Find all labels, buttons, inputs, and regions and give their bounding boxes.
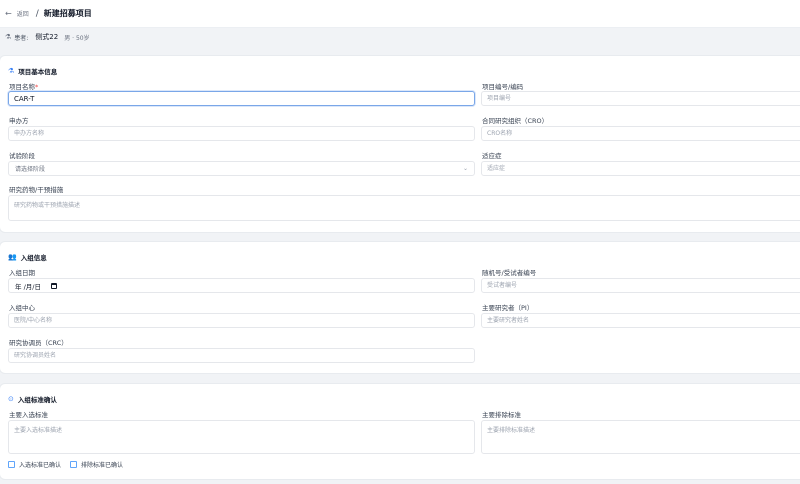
exclusion-label: 主要排除标准 (482, 411, 521, 419)
enrollment-info-title-text: 入组信息 (20, 254, 47, 262)
phase-select-value: 请选择阶段 (15, 166, 46, 173)
inclusion-confirm-label: 入选标准已确认 (19, 462, 62, 469)
patient-info-bar: ⚗ 患者: 侧式22 男 · 50岁 (0, 28, 800, 46)
sponsor-label: 申办方 (9, 117, 29, 125)
cro-label: 合同研究组织（CRO） (482, 117, 549, 125)
criteria-title-text: 入组标准确认 (17, 396, 57, 404)
cro-input[interactable] (481, 126, 800, 141)
required-mark: * (35, 83, 39, 91)
phase-label: 试验阶段 (9, 152, 35, 160)
basic-info-title: ⚗ 项目基本信息 (8, 66, 57, 76)
flask-icon: ⚗ (5, 33, 12, 41)
project-code-input[interactable] (481, 91, 800, 106)
sponsor-input[interactable] (8, 126, 475, 141)
back-button[interactable]: ← 返回 (5, 9, 29, 18)
basic-info-card: ⚗ 项目基本信息 项目名称* 项目编号/编码 申办方 合同研究组织（CRO） 试… (0, 56, 800, 232)
project-name-label-text: 项目名称 (9, 83, 35, 91)
users-icon: 👥 (8, 253, 17, 261)
exclusion-textarea[interactable] (481, 420, 800, 454)
random-number-label: 随机号/受试者编号 (482, 269, 537, 277)
exclusion-confirm-checkbox[interactable]: 排除标准已确认 (70, 460, 123, 469)
criteria-card: ⊙ 入组标准确认 主要入选标准 主要排除标准 入选标准已确认 排除标准已确认 (0, 384, 800, 479)
calendar-icon[interactable] (50, 282, 57, 289)
enroll-date-value: 年 /月/日 (15, 282, 41, 291)
patient-meta: 男 · 50岁 (64, 34, 90, 42)
chevron-down-icon: ⌄ (462, 165, 468, 172)
random-number-input[interactable] (481, 278, 800, 293)
drug-textarea[interactable] (8, 195, 800, 221)
top-bar: ← 返回 / 新建招募项目 (0, 0, 800, 28)
enroll-center-input[interactable] (8, 313, 475, 328)
patient-name: 侧式22 (35, 33, 59, 41)
pi-input[interactable] (481, 313, 800, 328)
enrollment-info-card: 👥 入组信息 入组日期 年 /月/日 随机号/受试者编号 入组中心 主要研究者（… (0, 242, 800, 373)
project-code-label: 项目编号/编码 (482, 83, 524, 91)
project-name-input[interactable] (8, 91, 475, 106)
project-name-label: 项目名称* (9, 81, 38, 91)
page-title: 新建招募项目 (43, 9, 92, 18)
enroll-date-input[interactable]: 年 /月/日 (8, 278, 475, 293)
enroll-date-label: 入组日期 (9, 269, 35, 277)
enroll-center-label: 入组中心 (9, 304, 35, 312)
inclusion-confirm-checkbox[interactable]: 入选标准已确认 (8, 460, 61, 469)
indication-input[interactable] (481, 161, 800, 176)
checkbox-icon[interactable] (70, 461, 77, 468)
patient-label: 患者: (14, 34, 29, 42)
flask-icon: ⚗ (8, 67, 15, 75)
phase-select[interactable]: 请选择阶段 ⌄ (8, 161, 475, 176)
check-shield-icon: ⊙ (8, 395, 14, 403)
checkbox-icon[interactable] (8, 461, 15, 468)
arrow-left-icon: ← (5, 8, 12, 18)
enrollment-info-title: 👥 入组信息 (8, 252, 47, 262)
breadcrumb-separator: / (35, 8, 39, 19)
basic-info-title-text: 项目基本信息 (18, 68, 58, 76)
crc-input[interactable] (8, 348, 475, 363)
crc-label: 研究协调员（CRC） (9, 339, 68, 347)
pi-label: 主要研究者（PI） (482, 304, 534, 312)
drug-label: 研究药物/干预措施 (9, 186, 64, 194)
inclusion-textarea[interactable] (8, 420, 475, 454)
criteria-title: ⊙ 入组标准确认 (8, 394, 57, 404)
indication-label: 适应症 (482, 152, 502, 160)
back-label: 返回 (16, 11, 29, 18)
inclusion-label: 主要入选标准 (9, 411, 48, 419)
exclusion-confirm-label: 排除标准已确认 (81, 462, 124, 469)
